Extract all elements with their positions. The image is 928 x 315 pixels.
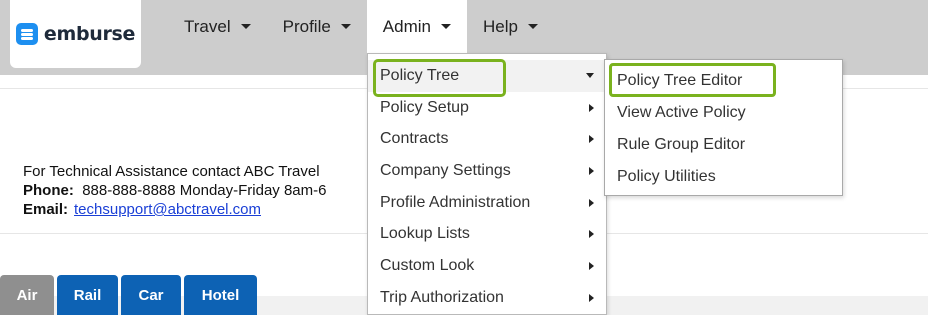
menu-item-company-settings[interactable]: Company Settings xyxy=(368,155,606,187)
menu-item-trip-authorization[interactable]: Trip Authorization xyxy=(368,282,606,314)
tab-rail[interactable]: Rail xyxy=(57,275,118,315)
menu-item-label: Profile Administration xyxy=(380,193,531,211)
policy-tree-highlight xyxy=(373,59,506,97)
caret-right-icon xyxy=(589,230,594,239)
menu-item-label: Trip Authorization xyxy=(380,288,504,306)
tab-air[interactable]: Air xyxy=(0,275,54,315)
phone-label: Phone: xyxy=(23,182,74,199)
nav-label: Profile xyxy=(282,16,331,36)
submenu-item-view-active-policy[interactable]: View Active Policy xyxy=(605,97,842,129)
tab-car[interactable]: Car xyxy=(121,275,181,315)
email-label: Email: xyxy=(23,201,69,218)
phone-line: Phone: 888-888-8888 Monday-Friday 8am-6 xyxy=(23,181,383,200)
email-line: Email: techsupport@abctravel.com xyxy=(23,200,383,219)
nav-admin[interactable]: Admin xyxy=(366,0,467,53)
tab-hotel[interactable]: Hotel xyxy=(184,275,257,315)
nav-travel[interactable]: Travel xyxy=(168,0,267,53)
submenu-item-policy-utilities[interactable]: Policy Utilities xyxy=(605,161,842,193)
caret-down-icon xyxy=(440,24,451,29)
nav-help[interactable]: Help xyxy=(467,0,554,53)
email-link[interactable]: techsupport@abctravel.com xyxy=(74,201,261,218)
caret-down-icon xyxy=(240,24,251,29)
emburse-logo-icon xyxy=(15,23,38,45)
nav-label: Help xyxy=(482,16,518,36)
nav-label: Travel xyxy=(184,16,231,36)
menu-item-label: Custom Look xyxy=(380,256,475,274)
brand-name: emburse xyxy=(43,23,136,45)
caret-down-icon xyxy=(340,24,351,29)
caret-down-icon xyxy=(586,73,594,79)
menu-item-label: Policy Setup xyxy=(380,98,469,116)
menu-item-profile-administration[interactable]: Profile Administration xyxy=(368,187,606,219)
caret-right-icon xyxy=(589,198,594,207)
caret-right-icon xyxy=(589,135,594,144)
menu-item-lookup-lists[interactable]: Lookup Lists xyxy=(368,218,606,250)
menu-item-contracts[interactable]: Contracts xyxy=(368,123,606,155)
menu-item-label: Contracts xyxy=(380,130,449,148)
technical-assistance: For Technical Assistance contact ABC Tra… xyxy=(23,162,383,219)
phone-value: 888-888-8888 Monday-Friday 8am-6 xyxy=(82,182,327,199)
caret-right-icon xyxy=(589,261,594,270)
logo[interactable]: emburse xyxy=(10,0,141,68)
assistance-heading: For Technical Assistance contact ABC Tra… xyxy=(23,163,320,180)
caret-down-icon xyxy=(527,24,538,29)
menu-item-custom-look[interactable]: Custom Look xyxy=(368,250,606,282)
nav-label: Admin xyxy=(382,16,431,36)
main-nav: Travel Profile Admin Help xyxy=(168,0,554,53)
booking-tabs: Air Rail Car Hotel xyxy=(0,275,257,315)
menu-item-label: Lookup Lists xyxy=(380,225,470,243)
policy-tree-editor-highlight xyxy=(609,63,776,97)
caret-right-icon xyxy=(589,293,594,302)
menu-item-label: Company Settings xyxy=(380,161,511,179)
caret-right-icon xyxy=(589,103,594,112)
nav-profile[interactable]: Profile xyxy=(267,0,367,53)
submenu-item-rule-group-editor[interactable]: Rule Group Editor xyxy=(605,129,842,161)
caret-right-icon xyxy=(589,166,594,175)
